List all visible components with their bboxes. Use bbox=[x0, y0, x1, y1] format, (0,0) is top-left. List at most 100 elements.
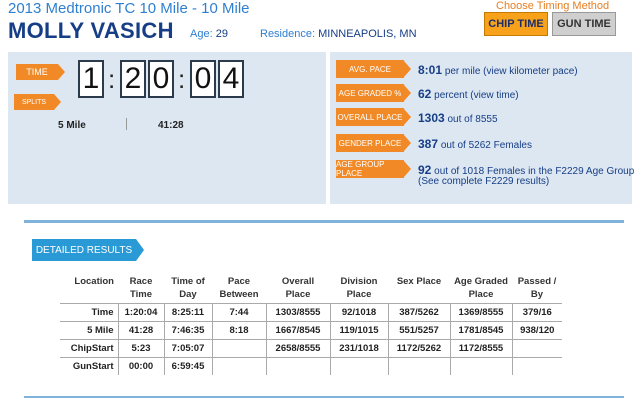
split-name: 5 Mile bbox=[58, 120, 86, 131]
table-cell: 8:25:11 bbox=[163, 303, 212, 322]
residence-info: Residence: MINNEAPOLIS, MN bbox=[260, 28, 417, 40]
table-cell: 551/5257 bbox=[387, 321, 450, 340]
stat-age-group-place: AGE GROUP PLACE 92 out of 1018 Females i… bbox=[336, 160, 634, 187]
detailed-results-section: DETAILED RESULTS Location Race Time Time… bbox=[24, 220, 624, 400]
gender-place-desc: out of 5262 Females bbox=[440, 140, 532, 151]
table-cell: 1:20:04 bbox=[117, 303, 164, 322]
results-header-row: Location Race Time Time of Day Pace Betw… bbox=[60, 273, 562, 304]
age-group-place-tag: AGE GROUP PLACE bbox=[336, 160, 404, 178]
col-header: Division Place bbox=[340, 276, 378, 300]
table-cell bbox=[449, 357, 512, 375]
avg-pace-desc[interactable]: per mile (view kilometer pace) bbox=[445, 66, 578, 77]
table-cell bbox=[511, 339, 562, 358]
table-cell: 1781/8545 bbox=[449, 321, 512, 340]
stat-age-graded: AGE GRADED % 62 percent (view time) bbox=[336, 84, 626, 104]
age-graded-desc[interactable]: percent (view time) bbox=[434, 90, 518, 101]
splits-tag: SPLITS bbox=[14, 94, 54, 110]
table-cell: GunStart bbox=[60, 357, 118, 375]
gun-time-button[interactable]: GUN TIME bbox=[552, 12, 616, 36]
avg-pace-tag: AVG. PACE bbox=[336, 60, 404, 78]
avg-pace-value: 8:01 bbox=[418, 63, 443, 77]
timing-method-title: Choose Timing Method bbox=[496, 0, 610, 12]
residence-label: Residence: bbox=[260, 28, 316, 40]
col-header: Age Graded Place bbox=[454, 276, 508, 300]
age-graded-text[interactable]: 62 percent (view time) bbox=[418, 87, 519, 101]
col-header: Race Time bbox=[129, 276, 153, 300]
race-title: 2013 Medtronic TC 10 Mile - 10 Mile bbox=[8, 0, 250, 17]
stats-panel: AVG. PACE 8:01 per mile (view kilometer … bbox=[330, 52, 634, 204]
table-cell: 387/5262 bbox=[387, 303, 450, 322]
overall-place-tag: OVERALL PLACE bbox=[336, 108, 404, 126]
table-cell: 8:18 bbox=[211, 321, 266, 340]
table-cell bbox=[211, 357, 266, 375]
table-cell: 231/1018 bbox=[329, 339, 388, 358]
table-cell bbox=[511, 357, 562, 375]
table-cell: 7:44 bbox=[211, 303, 266, 322]
results-table: Location Race Time Time of Day Pace Betw… bbox=[60, 273, 562, 375]
gender-place-tag: GENDER PLACE bbox=[336, 134, 404, 152]
table-cell bbox=[387, 357, 450, 375]
age-value: 29 bbox=[215, 28, 228, 40]
runner-name: MOLLY VASICH bbox=[8, 18, 174, 43]
table-cell: 2658/8555 bbox=[265, 339, 330, 358]
table-cell bbox=[265, 357, 330, 375]
split-time: 41:28 bbox=[158, 120, 184, 131]
table-cell bbox=[211, 339, 266, 358]
age-group-place-value: 92 bbox=[418, 163, 432, 177]
time-tag: TIME bbox=[16, 64, 58, 80]
table-cell: Time bbox=[60, 303, 118, 322]
table-cell: 379/16 bbox=[511, 303, 562, 322]
col-header: Sex Place bbox=[396, 276, 442, 287]
residence-value: MINNEAPOLIS, MN bbox=[318, 28, 417, 40]
table-cell: 41:28 bbox=[117, 321, 164, 340]
table-cell: 1667/8545 bbox=[265, 321, 330, 340]
overall-place-text: 1303 out of 8555 bbox=[418, 111, 498, 125]
gender-place-text: 387 out of 5262 Females bbox=[418, 137, 532, 151]
table-row: Time 1:20:04 8:25:11 7:44 1303/8555 92/1… bbox=[60, 303, 562, 322]
col-header: Location bbox=[74, 276, 114, 287]
time-digit: 1 bbox=[78, 60, 104, 98]
age-group-results-link[interactable]: (See complete F2229 results) bbox=[418, 176, 549, 187]
table-cell: 1172/5262 bbox=[387, 339, 450, 358]
stat-gender-place: GENDER PLACE 387 out of 5262 Females bbox=[336, 134, 626, 154]
table-cell: 938/120 bbox=[511, 321, 562, 340]
table-cell: 6:59:45 bbox=[163, 357, 212, 375]
detailed-results-tag: DETAILED RESULTS bbox=[32, 239, 136, 261]
age-graded-tag: AGE GRADED % bbox=[336, 84, 404, 102]
col-header: Time of Day bbox=[171, 276, 205, 300]
table-cell: 1303/8555 bbox=[265, 303, 330, 322]
time-digit: 0 bbox=[148, 60, 174, 98]
time-digit: 2 bbox=[120, 60, 146, 98]
age-label: Age: bbox=[190, 28, 213, 40]
table-cell: 119/1015 bbox=[329, 321, 388, 340]
time-digit: 0 bbox=[190, 60, 216, 98]
table-cell: 7:05:07 bbox=[163, 339, 212, 358]
table-cell: 92/1018 bbox=[329, 303, 388, 322]
table-cell bbox=[329, 357, 388, 375]
col-header: Passed / By bbox=[517, 276, 557, 300]
age-info: Age: 29 bbox=[190, 28, 228, 40]
table-row: ChipStart 5:23 7:05:07 2658/8555 231/101… bbox=[60, 339, 562, 358]
gender-place-value: 387 bbox=[418, 137, 439, 151]
bottom-divider bbox=[24, 396, 624, 398]
chip-time-button[interactable]: CHIP TIME bbox=[484, 12, 548, 36]
time-panel: TIME 1 : 2 0 : 0 4 SPLITS 5 Mile 41:28 bbox=[8, 52, 326, 204]
table-row: GunStart 00:00 6:59:45 bbox=[60, 357, 562, 375]
table-cell: 7:46:35 bbox=[163, 321, 212, 340]
table-cell: 1369/8555 bbox=[449, 303, 512, 322]
table-cell: ChipStart bbox=[60, 339, 118, 358]
table-cell: 1172/8555 bbox=[449, 339, 512, 358]
avg-pace-text[interactable]: 8:01 per mile (view kilometer pace) bbox=[418, 63, 578, 77]
stat-overall-place: OVERALL PLACE 1303 out of 8555 bbox=[336, 108, 626, 128]
overall-place-desc: out of 8555 bbox=[447, 114, 498, 125]
table-row: 5 Mile 41:28 7:46:35 8:18 1667/8545 119/… bbox=[60, 321, 562, 340]
age-group-place-text: 92 out of 1018 Females in the F2229 Age … bbox=[418, 163, 634, 177]
age-graded-value: 62 bbox=[418, 87, 432, 101]
time-colon: : bbox=[108, 64, 116, 94]
col-header: Overall Place bbox=[281, 276, 315, 300]
time-digit: 4 bbox=[218, 60, 244, 98]
stat-avg-pace: AVG. PACE 8:01 per mile (view kilometer … bbox=[336, 60, 626, 80]
split-divider bbox=[126, 118, 127, 130]
time-colon: : bbox=[178, 64, 186, 94]
table-cell: 5:23 bbox=[117, 339, 164, 358]
